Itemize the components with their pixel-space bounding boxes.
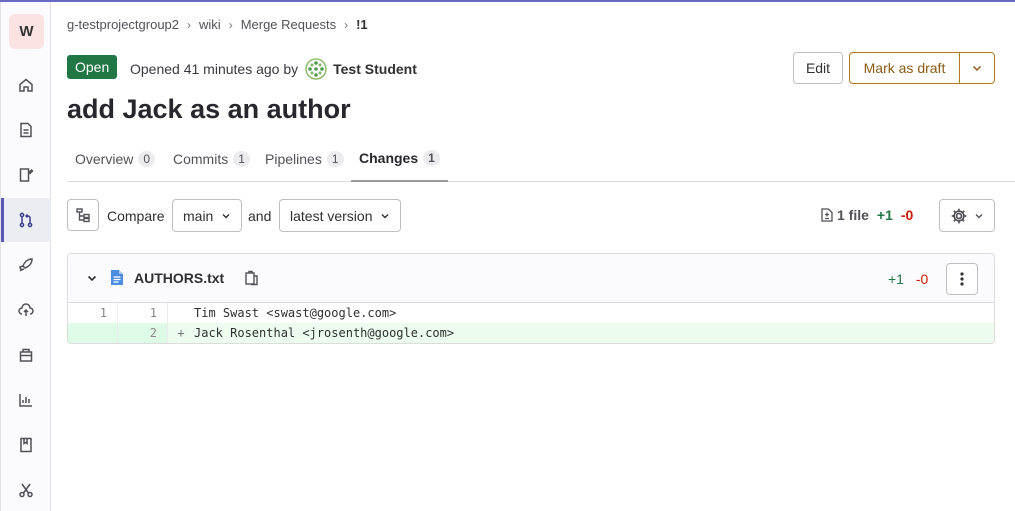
tab-label: Changes	[359, 150, 419, 166]
gear-icon	[951, 208, 967, 223]
base-branch-value: main	[183, 207, 214, 224]
tab-pipelines[interactable]: Pipelines 1	[265, 136, 344, 182]
file-additions-count: +1	[888, 271, 904, 287]
diff-line-text: Tim Swast <swast@google.com>	[194, 306, 397, 320]
file-diff-icon	[821, 208, 833, 222]
deletions-count: -0	[900, 207, 914, 223]
chevron-down-icon	[972, 65, 982, 72]
tab-label: Pipelines	[265, 151, 322, 167]
tab-changes[interactable]: Changes 1	[351, 136, 448, 182]
tab-label: Overview	[75, 151, 134, 167]
opened-line: Opened 41 minutes ago by Test Student	[130, 58, 417, 80]
diff-settings-button[interactable]	[939, 199, 995, 232]
opened-text: Opened 41 minutes ago by	[130, 61, 299, 77]
chevron-right-icon: ›	[228, 17, 233, 32]
chevron-right-icon: ›	[187, 17, 192, 32]
project-sidebar: W	[0, 2, 51, 511]
merge-request-icon[interactable]	[1, 198, 51, 242]
diff-toolbar: Compare main and latest version 1 file +…	[67, 199, 995, 233]
tab-count: 1	[326, 151, 344, 167]
home-icon[interactable]	[1, 63, 51, 107]
files-changed: 1 file	[837, 207, 869, 223]
tab-commits[interactable]: Commits 1	[173, 136, 250, 182]
document-icon[interactable]	[1, 108, 51, 152]
file-tree-toggle-button[interactable]	[67, 199, 99, 231]
tab-label: Commits	[173, 151, 229, 167]
snippets-icon[interactable]	[1, 468, 51, 511]
file-deletions-count: -0	[915, 271, 929, 287]
diff-line: 1 1 Tim Swast <swast@google.com>	[68, 303, 994, 323]
package-icon[interactable]	[1, 333, 51, 377]
tab-count: 0	[138, 151, 156, 167]
diff-line-added: 2 + Jack Rosenthal <jrosenth@google.com>	[68, 323, 994, 343]
breadcrumb-group[interactable]: g-testprojectgroup2	[67, 17, 179, 32]
tab-count: 1	[233, 151, 250, 167]
tab-overview[interactable]: Overview 0	[75, 136, 156, 182]
main-content: g-testprojectgroup2 › wiki › Merge Reque…	[51, 2, 1015, 511]
base-branch-dropdown[interactable]: main	[172, 199, 243, 232]
old-line-number[interactable]: 1	[68, 303, 118, 323]
new-line-number[interactable]: 2	[118, 323, 168, 343]
breadcrumb-current[interactable]: !1	[356, 17, 368, 32]
author-name[interactable]: Test Student	[333, 61, 417, 77]
issues-icon[interactable]	[1, 153, 51, 197]
diff-file-header: AUTHORS.txt +1 -0	[68, 254, 994, 303]
diff-file-stats: +1 -0	[888, 271, 928, 287]
chevron-down-icon	[381, 213, 389, 218]
chevron-right-icon: ›	[344, 17, 349, 32]
file-tree-icon	[76, 208, 90, 223]
diff-stats: 1 file +1 -0	[821, 207, 913, 223]
mark-as-draft-button[interactable]: Mark as draft	[849, 52, 960, 84]
additions-count: +1	[876, 207, 893, 223]
file-options-button[interactable]	[946, 263, 978, 295]
diff-line-code: Tim Swast <swast@google.com>	[168, 303, 396, 323]
breadcrumb: g-testprojectgroup2 › wiki › Merge Reque…	[67, 17, 368, 32]
diff-file: AUTHORS.txt +1 -0 1 1 Tim Swast <swast@g…	[67, 253, 995, 344]
diff-line-text: Jack Rosenthal <jrosenth@google.com>	[194, 326, 455, 340]
copy-icon[interactable]	[244, 270, 259, 286]
text-file-icon	[111, 270, 123, 285]
compare-label: Compare	[107, 208, 165, 224]
app-window: W g-testprojectgroup2 › wiki › Merge Req…	[0, 0, 1015, 511]
new-line-number[interactable]: 1	[118, 303, 168, 323]
rocket-icon[interactable]	[1, 243, 51, 287]
chevron-down-icon[interactable]	[86, 272, 98, 284]
chevron-down-icon	[975, 213, 983, 218]
analytics-icon[interactable]	[1, 378, 51, 422]
diff-marker: +	[177, 326, 185, 340]
kebab-menu-icon	[960, 272, 964, 286]
deploy-icon[interactable]	[1, 288, 51, 332]
author-avatar[interactable]	[305, 58, 327, 80]
tab-count: 1	[423, 150, 440, 166]
draft-options-button[interactable]	[959, 52, 995, 84]
edit-button[interactable]: Edit	[793, 52, 843, 84]
target-version-dropdown[interactable]: latest version	[279, 199, 402, 232]
target-version-value: latest version	[290, 207, 373, 224]
mr-tabs: Overview 0 Commits 1 Pipelines 1 Changes…	[67, 136, 1015, 182]
chevron-down-icon	[222, 213, 230, 218]
breadcrumb-section[interactable]: Merge Requests	[241, 17, 336, 32]
page-title: add Jack as an author	[67, 94, 351, 124]
diff-file-name[interactable]: AUTHORS.txt	[134, 270, 224, 286]
project-avatar[interactable]: W	[9, 14, 44, 49]
status-badge: Open	[67, 55, 118, 79]
breadcrumb-project[interactable]: wiki	[199, 17, 221, 32]
and-label: and	[248, 208, 272, 224]
old-line-number[interactable]	[68, 323, 118, 343]
diff-line-code: + Jack Rosenthal <jrosenth@google.com>	[168, 323, 454, 343]
wiki-icon[interactable]	[1, 423, 51, 467]
